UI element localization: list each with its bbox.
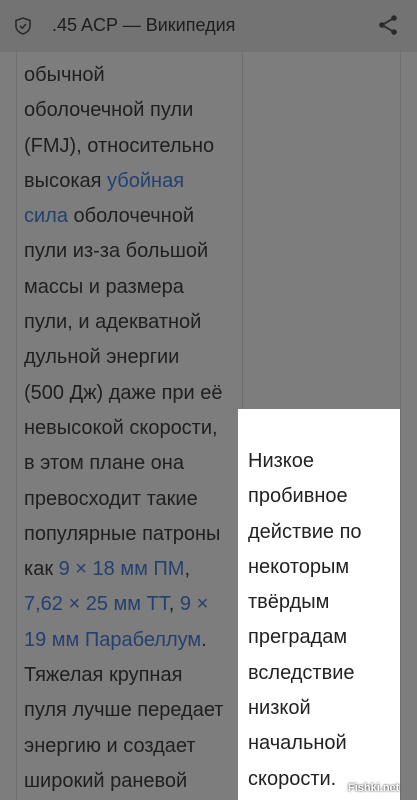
- highlighted-line: действие по: [248, 520, 362, 543]
- article-text: популярные патроны: [24, 522, 221, 545]
- browser-header: .45 ACP — Википедия: [0, 0, 417, 53]
- article-text: (FMJ), относительно: [24, 134, 215, 157]
- article-text: пуля лучше передает: [24, 699, 224, 722]
- article-line: (500 Дж) даже при её: [24, 376, 240, 411]
- article-line: сила оболочечной: [24, 199, 240, 234]
- article-text: пули из-за большой: [24, 240, 209, 263]
- table-border: [400, 52, 401, 800]
- article-text: превосходит такие: [24, 487, 198, 510]
- share-icon[interactable]: [376, 13, 400, 37]
- article-text: Тяжелая крупная: [24, 664, 183, 687]
- highlighted-line: пробивное: [248, 485, 348, 508]
- highlighted-line: вследствие: [248, 661, 355, 684]
- article-text: оболочечной пули: [24, 99, 194, 122]
- article-text: широкий раневой: [24, 769, 188, 792]
- article-line: массы и размера: [24, 270, 240, 305]
- highlighted-line: Низкое: [248, 450, 315, 472]
- table-border: [16, 52, 17, 800]
- highlighted-line: твёрдым: [248, 591, 330, 614]
- article-line: дульной энергии: [24, 340, 240, 375]
- article-line: высокая убойная: [24, 164, 240, 199]
- page-title: .45 ACP — Википедия: [52, 15, 236, 35]
- highlighted-line: скорости.: [248, 767, 337, 790]
- article-text: (500 Дж) даже при её: [24, 381, 223, 404]
- article-link[interactable]: убойная: [107, 170, 184, 192]
- article-line: энергию и создает: [24, 729, 240, 764]
- article-link[interactable]: 9 × 18 мм ПМ: [59, 558, 185, 580]
- article-line: пули, и адекватной: [24, 305, 240, 340]
- article-line: оболочечной пули: [24, 93, 240, 128]
- article-line: популярные патроны: [24, 517, 240, 552]
- article-text: как: [24, 558, 59, 581]
- article-text: дульной энергии: [24, 346, 180, 369]
- shield-icon[interactable]: [15, 17, 31, 35]
- highlighted-line: начальной: [248, 732, 347, 755]
- article-text: оболочечной: [67, 205, 195, 228]
- article-text: в этом плане она: [24, 452, 184, 475]
- article-line: в этом плане она: [24, 446, 240, 481]
- article-link[interactable]: сила: [24, 205, 68, 227]
- article-text: ,: [184, 558, 190, 581]
- article-link[interactable]: 9 ×: [180, 593, 208, 615]
- watermark: Fishki.net: [348, 782, 400, 794]
- article-text: обычной: [24, 64, 105, 86]
- highlighted-line: преградам: [248, 626, 348, 649]
- article-text: высокая: [24, 169, 108, 192]
- article-line: широкий раневой: [24, 764, 240, 799]
- article-line: обычной: [24, 58, 240, 93]
- article-link[interactable]: 7,62 × 25 мм ТТ: [24, 593, 169, 615]
- article-line: 19 мм Парабеллум.: [24, 623, 240, 658]
- article-link[interactable]: 19 мм Парабеллум: [24, 629, 201, 651]
- article-text: .: [201, 628, 207, 651]
- article-text: невысокой скорости,: [24, 416, 218, 439]
- article-line: превосходит такие: [24, 482, 240, 517]
- article-text: массы и размера: [24, 275, 184, 298]
- article-line: (FMJ), относительно: [24, 129, 240, 164]
- article-text: пули, и адекватной: [24, 311, 202, 334]
- article-line: Тяжелая крупная: [24, 658, 240, 693]
- article-text: ,: [168, 593, 180, 616]
- highlighted-line: низкой: [248, 697, 311, 720]
- highlighted-line: некоторым: [248, 555, 350, 578]
- article-line: невысокой скорости,: [24, 411, 240, 446]
- article-cell-text: обычной оболочечной пули (FMJ), относитель…: [24, 58, 240, 799]
- highlighted-cell-text: Низкое пробивное действие по некоторым твёрд…: [248, 444, 362, 797]
- article-text: энергию и создает: [24, 734, 196, 757]
- article-line: 7,62 × 25 мм ТТ, 9 ×: [24, 587, 240, 622]
- article-line: пули из-за большой: [24, 234, 240, 269]
- article-line: пуля лучше передает: [24, 693, 240, 728]
- article-line: как 9 × 18 мм ПМ,: [24, 552, 240, 587]
